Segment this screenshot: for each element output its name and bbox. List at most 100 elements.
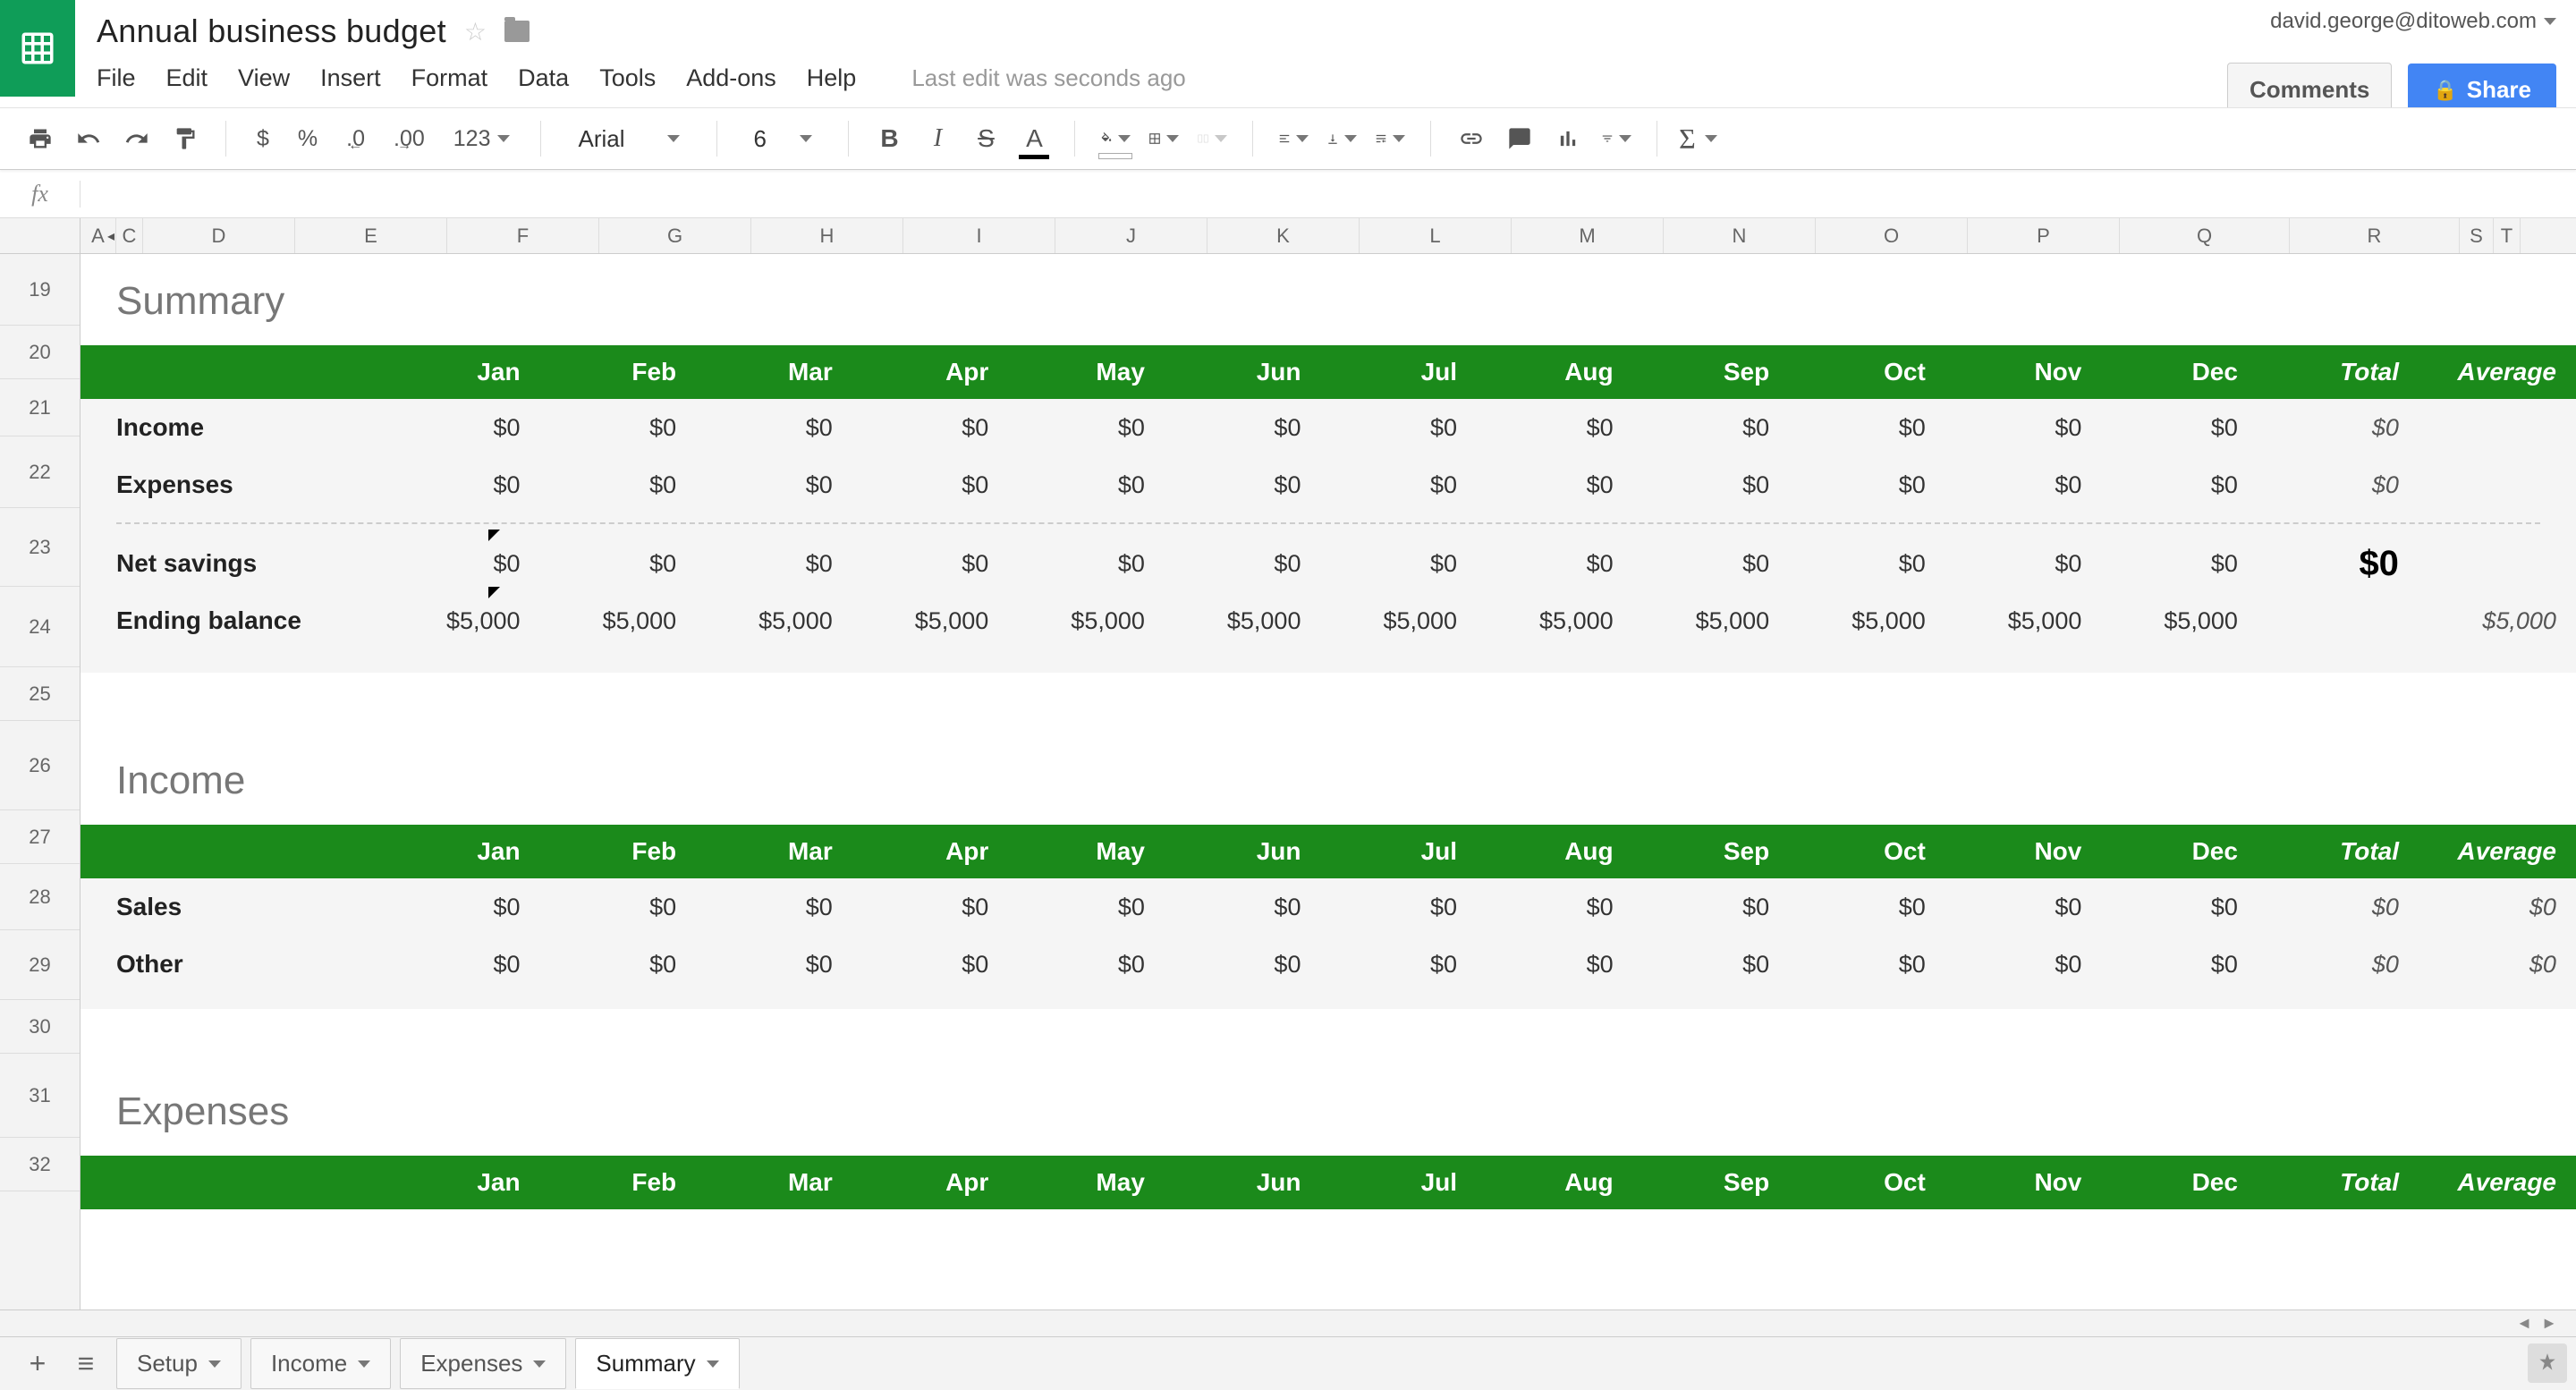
add-sheet-button[interactable]: + (20, 1346, 55, 1382)
menu-edit[interactable]: Edit (166, 64, 208, 92)
cell-value[interactable]: $0 (1161, 894, 1318, 921)
cell-value[interactable]: $0 (692, 951, 849, 979)
col-header-C[interactable]: C◂ (116, 218, 143, 253)
format-percent[interactable]: % (292, 126, 323, 152)
cell-value[interactable]: $0 (537, 471, 693, 499)
text-wrap-icon[interactable] (1375, 123, 1405, 154)
col-header-O[interactable]: O (1816, 218, 1968, 253)
more-formats[interactable]: 123 (448, 126, 516, 152)
menu-view[interactable]: View (238, 64, 290, 92)
cell-value[interactable]: $0 (1317, 471, 1473, 499)
increase-decimals[interactable]: .00→ (388, 126, 430, 152)
row-header-23[interactable]: 23 (0, 508, 80, 587)
cell-value[interactable]: $0 (537, 414, 693, 442)
cell-value[interactable]: $0 (1785, 471, 1942, 499)
cell-value[interactable]: $0 (537, 894, 693, 921)
data-row-expenses[interactable]: Expenses$0$0$0$0$0$0$0$0$0$0$0$0$0 (80, 456, 2576, 513)
cell-value[interactable]: $0 (380, 471, 537, 499)
cell-value[interactable]: $5,000 (1630, 607, 1786, 635)
paint-format-icon[interactable] (170, 123, 200, 154)
col-header-F[interactable]: F (447, 218, 599, 253)
col-header-S[interactable]: S (2460, 218, 2494, 253)
col-header-G[interactable]: G (599, 218, 751, 253)
font-family-selector[interactable]: Arial (566, 119, 691, 159)
cell-value[interactable]: $0 (537, 951, 693, 979)
cell-value[interactable]: $0 (1317, 550, 1473, 578)
cell-value[interactable]: $0 (1004, 471, 1161, 499)
cell-average[interactable]: $0 (2415, 951, 2576, 979)
cell-value[interactable]: $0 (1630, 414, 1786, 442)
fill-color-icon[interactable] (1100, 123, 1131, 154)
cell-value[interactable]: $5,000 (380, 607, 537, 635)
cell-value[interactable]: $5,000 (537, 607, 693, 635)
menu-tools[interactable]: Tools (599, 64, 656, 92)
cell-value[interactable]: $0 (1630, 550, 1786, 578)
menu-help[interactable]: Help (807, 64, 857, 92)
decrease-decimals[interactable]: .0← (341, 126, 370, 152)
undo-icon[interactable] (73, 123, 104, 154)
cell-value[interactable]: $0 (1785, 550, 1942, 578)
col-header-P[interactable]: P (1968, 218, 2120, 253)
select-all-corner[interactable] (0, 218, 80, 253)
cell-value[interactable]: $0 (2097, 550, 2254, 578)
scroll-right-icon[interactable]: ► (2537, 1313, 2562, 1335)
cell-total[interactable]: $0 (2254, 894, 2415, 921)
doc-title[interactable]: Annual business budget (97, 13, 446, 50)
row-header-32[interactable]: 32 (0, 1138, 80, 1191)
functions-icon[interactable]: Σ (1682, 123, 1713, 154)
col-header-H[interactable]: H (751, 218, 903, 253)
cell-value[interactable]: $0 (1942, 894, 2098, 921)
cell-value[interactable]: $0 (1785, 414, 1942, 442)
cell-value[interactable]: $0 (2097, 894, 2254, 921)
cell-value[interactable]: $5,000 (1942, 607, 2098, 635)
bold-icon[interactable]: B (874, 123, 904, 154)
cell-value[interactable]: $0 (849, 550, 1005, 578)
data-row-sales[interactable]: Sales$0$0$0$0$0$0$0$0$0$0$0$0$0$0 (80, 878, 2576, 936)
cell-value[interactable]: $0 (1630, 894, 1786, 921)
italic-icon[interactable]: I (922, 123, 953, 154)
cell-value[interactable]: $5,000 (1161, 607, 1318, 635)
insert-link-icon[interactable] (1456, 123, 1487, 154)
col-header-D[interactable]: D (143, 218, 295, 253)
row-header-19[interactable]: 19 (0, 254, 80, 326)
v-align-icon[interactable] (1326, 123, 1357, 154)
cell-value[interactable]: $0 (1004, 414, 1161, 442)
cell-value[interactable]: $0 (692, 550, 849, 578)
row-header-28[interactable]: 28 (0, 864, 80, 930)
cell-value[interactable]: $0 (1317, 894, 1473, 921)
h-align-icon[interactable] (1278, 123, 1309, 154)
row-header-30[interactable]: 30 (0, 1000, 80, 1054)
row-header-29[interactable]: 29 (0, 930, 80, 1000)
cell-value[interactable]: $0 (380, 414, 537, 442)
cell-total[interactable]: $0 (2254, 414, 2415, 442)
explore-button[interactable] (2528, 1343, 2567, 1383)
menu-file[interactable]: File (97, 64, 136, 92)
cell-value[interactable]: $0 (1473, 414, 1630, 442)
cell-value[interactable]: $0 (380, 894, 537, 921)
grid-area[interactable]: Summary JanFebMarAprMayJunJulAugSepOctNo… (80, 254, 2576, 1309)
text-color-icon[interactable]: A (1019, 123, 1049, 154)
cell-total[interactable]: $0 (2254, 951, 2415, 979)
row-header-21[interactable]: 21 (0, 379, 80, 436)
strikethrough-icon[interactable]: S (970, 123, 1001, 154)
sheets-logo[interactable] (0, 0, 75, 97)
cell-value[interactable]: $0 (1317, 951, 1473, 979)
cell-value[interactable]: $0 (692, 894, 849, 921)
menu-insert[interactable]: Insert (320, 64, 381, 92)
cell-average[interactable]: $5,000 (2415, 607, 2576, 635)
cell-value[interactable]: $0 (1473, 951, 1630, 979)
cell-value[interactable]: $0 (1161, 951, 1318, 979)
cell-value[interactable]: $0 (1630, 951, 1786, 979)
scroll-left-icon[interactable]: ◄ (2512, 1313, 2537, 1335)
cell-value[interactable]: $0 (692, 471, 849, 499)
col-header-T[interactable]: T (2494, 218, 2521, 253)
cell-value[interactable]: $5,000 (1473, 607, 1630, 635)
redo-icon[interactable] (122, 123, 152, 154)
font-size-selector[interactable]: 6 (742, 120, 823, 158)
col-header-N[interactable]: N (1664, 218, 1816, 253)
cell-value[interactable]: $0 (1161, 414, 1318, 442)
row-header-22[interactable]: 22 (0, 436, 80, 508)
cell-value[interactable]: $0 (2097, 414, 2254, 442)
row-header-31[interactable]: 31 (0, 1054, 80, 1138)
cell-value[interactable]: $5,000 (1785, 607, 1942, 635)
